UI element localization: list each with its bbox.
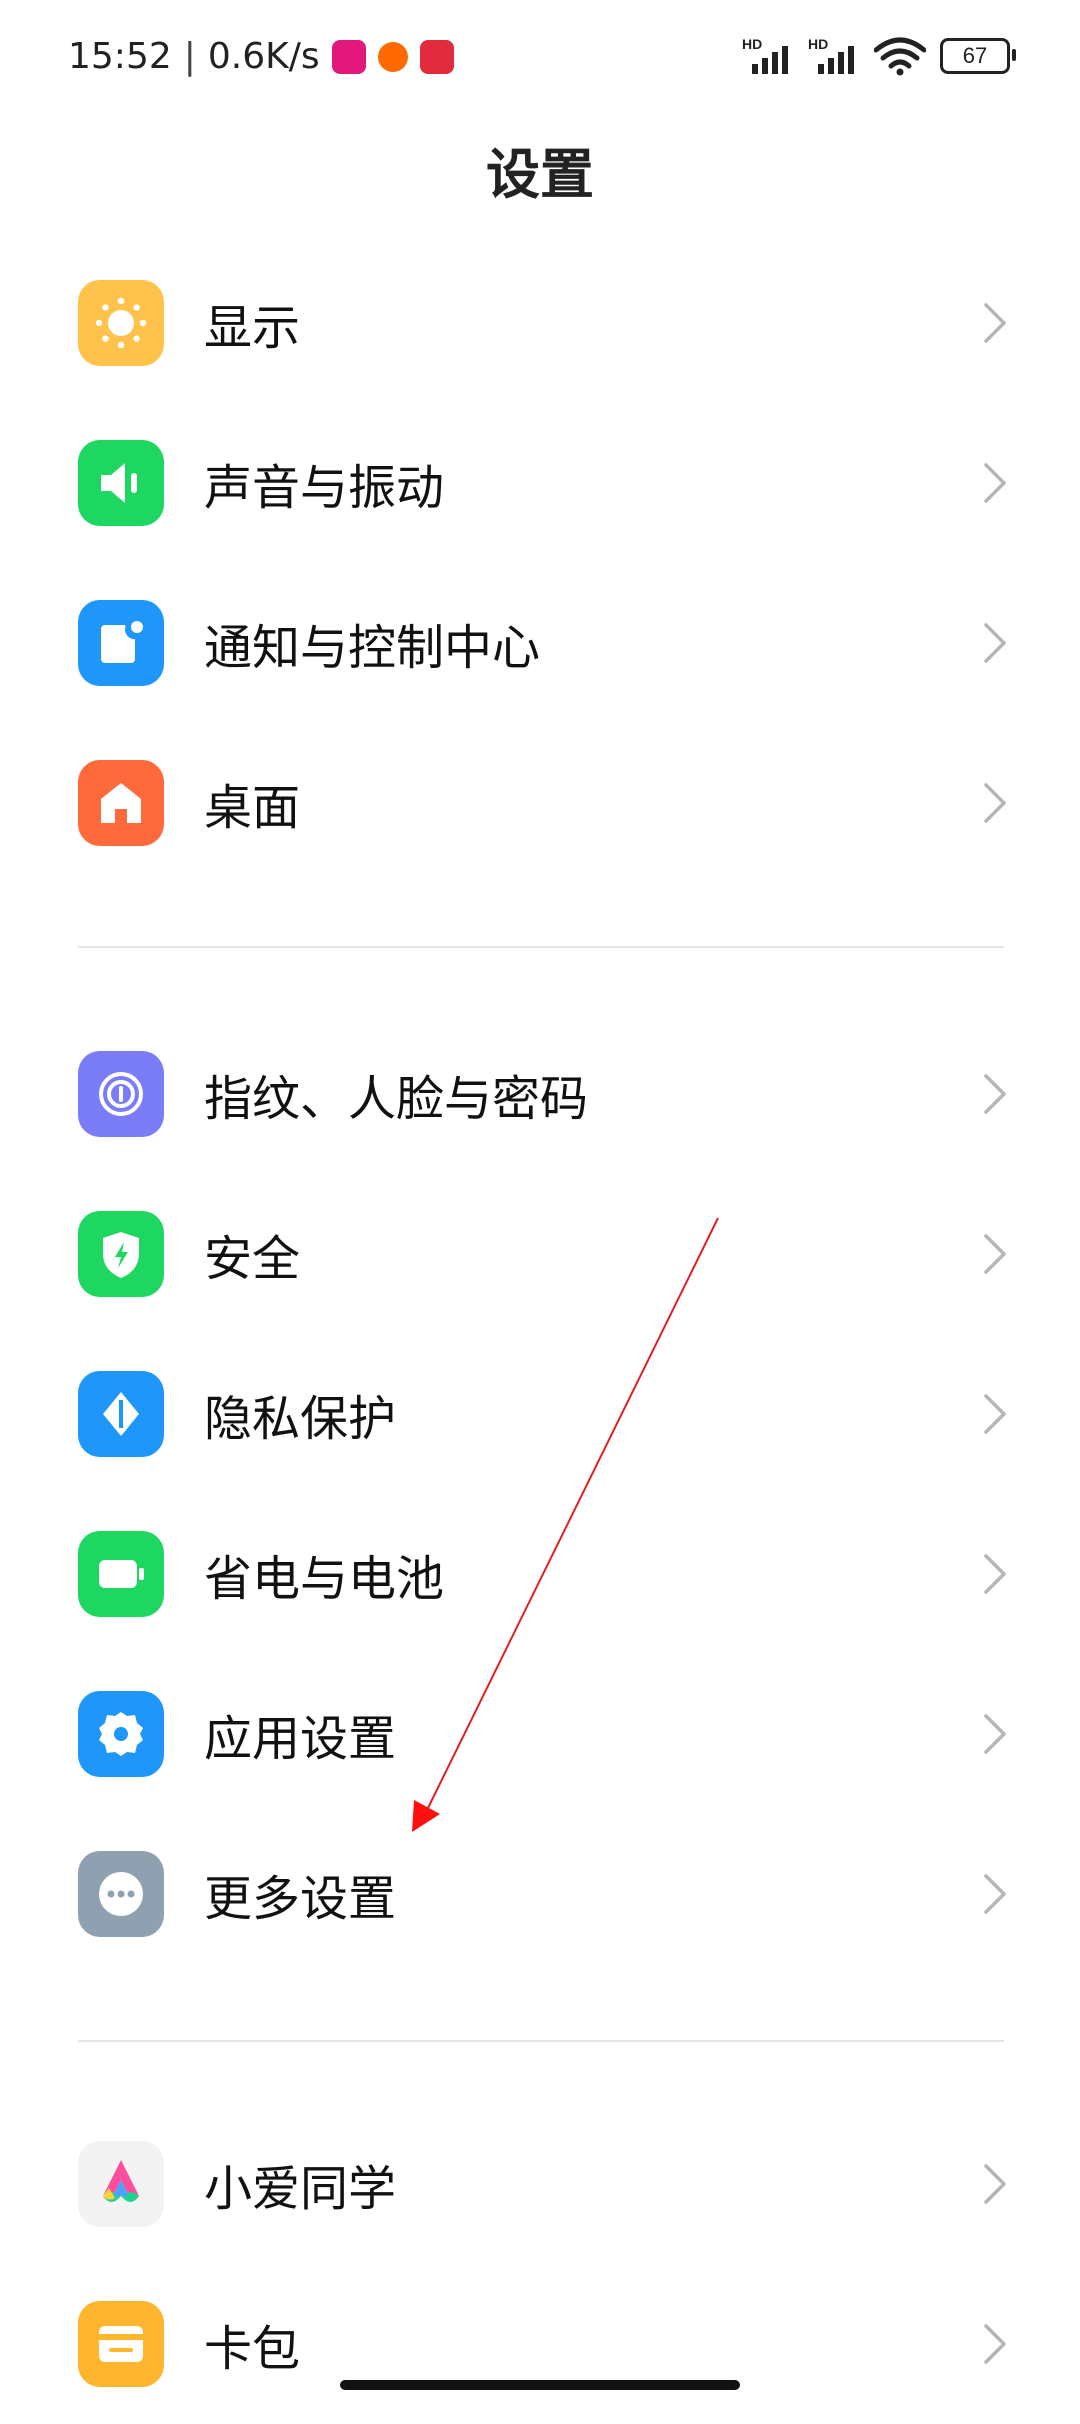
status-right: HD HD 67 xyxy=(742,36,1016,76)
status-left: 15:52 | 0.6K/s xyxy=(68,36,454,77)
settings-item-label: 显示 xyxy=(204,300,301,356)
settings-item-label: 省电与电池 xyxy=(204,1551,445,1607)
settings-item-label: 安全 xyxy=(204,1231,301,1287)
vip-app-icon xyxy=(331,39,366,74)
settings-item-label: 指纹、人脸与密码 xyxy=(204,1071,589,1127)
settings-item-gear[interactable]: 应用设置 xyxy=(0,1654,1080,1814)
settings-item-label: 更多设置 xyxy=(204,1871,397,1927)
settings-item-label: 卡包 xyxy=(204,2321,301,2377)
settings-item-label: 应用设置 xyxy=(204,1711,397,1767)
chevron-right-icon xyxy=(984,1394,1006,1434)
settings-item-fingerprint[interactable]: 指纹、人脸与密码 xyxy=(0,1014,1080,1174)
settings-item-xiaoai[interactable]: 小爱同学 xyxy=(0,2104,1080,2264)
settings-group-1: 显示声音与振动通知与控制中心 桌面 xyxy=(0,243,1080,883)
page-title: 设置 xyxy=(486,143,594,206)
settings-group-3: 小爱同学 卡包 xyxy=(0,2104,1080,2424)
settings-item-battery[interactable]: 省电与电池 xyxy=(0,1494,1080,1654)
settings-item-label: 隐私保护 xyxy=(204,1391,397,1447)
settings-item-wallet[interactable]: 卡包 xyxy=(0,2264,1080,2424)
chevron-right-icon xyxy=(984,463,1006,503)
settings-item-privacy[interactable]: 隐私保护 xyxy=(0,1334,1080,1494)
gear-icon xyxy=(78,1691,164,1777)
home-indicator[interactable] xyxy=(340,2380,740,2390)
network-speed: 0.6K/s xyxy=(207,36,320,77)
battery-indicator: 67 xyxy=(940,38,1016,74)
taobao-app-icon xyxy=(419,39,454,74)
settings-item-label: 小爱同学 xyxy=(204,2161,397,2217)
chevron-right-icon xyxy=(984,1554,1006,1594)
shield-icon xyxy=(78,1211,164,1297)
speaker-icon xyxy=(78,440,164,526)
settings-item-more[interactable]: 更多设置 xyxy=(0,1814,1080,1974)
settings-group-2: 指纹、人脸与密码 安全隐私保护省电与电池应用设置更多设置 xyxy=(0,1014,1080,1974)
xiaoai-icon xyxy=(78,2141,164,2227)
wifi-icon xyxy=(874,37,926,76)
battery-level: 67 xyxy=(962,43,988,68)
settings-item-sun[interactable]: 显示 xyxy=(0,243,1080,403)
signal-icon-1: HD xyxy=(742,36,794,74)
status-bar: 15:52 | 0.6K/s HD HD 67 xyxy=(0,0,1080,120)
settings-item-shield[interactable]: 安全 xyxy=(0,1174,1080,1334)
chevron-right-icon xyxy=(984,1874,1006,1914)
divider-2 xyxy=(78,2040,1004,2042)
chevron-right-icon xyxy=(984,2164,1006,2204)
fingerprint-icon xyxy=(78,1051,164,1137)
settings-item-label: 声音与振动 xyxy=(204,460,445,516)
settings-item-speaker[interactable]: 声音与振动 xyxy=(0,403,1080,563)
chevron-right-icon xyxy=(984,303,1006,343)
settings-item-notification[interactable]: 通知与控制中心 xyxy=(0,563,1080,723)
chevron-right-icon xyxy=(984,783,1006,823)
sun-icon xyxy=(78,280,164,366)
chevron-right-icon xyxy=(984,623,1006,663)
notification-icon xyxy=(78,600,164,686)
home-icon xyxy=(78,760,164,846)
privacy-icon xyxy=(78,1371,164,1457)
divider-1 xyxy=(78,946,1004,948)
chevron-right-icon xyxy=(984,2324,1006,2364)
settings-item-label: 通知与控制中心 xyxy=(204,620,541,676)
more-icon xyxy=(78,1851,164,1937)
chevron-right-icon xyxy=(984,1074,1006,1114)
chevron-right-icon xyxy=(984,1714,1006,1754)
orange-app-icon xyxy=(377,41,408,72)
wallet-icon xyxy=(78,2301,164,2387)
settings-item-label: 桌面 xyxy=(204,780,301,836)
signal-icon-2: HD xyxy=(808,36,860,74)
status-separator: | xyxy=(183,36,196,77)
battery-icon xyxy=(78,1531,164,1617)
chevron-right-icon xyxy=(984,1234,1006,1274)
settings-item-home[interactable]: 桌面 xyxy=(0,723,1080,883)
status-time: 15:52 xyxy=(68,36,172,77)
